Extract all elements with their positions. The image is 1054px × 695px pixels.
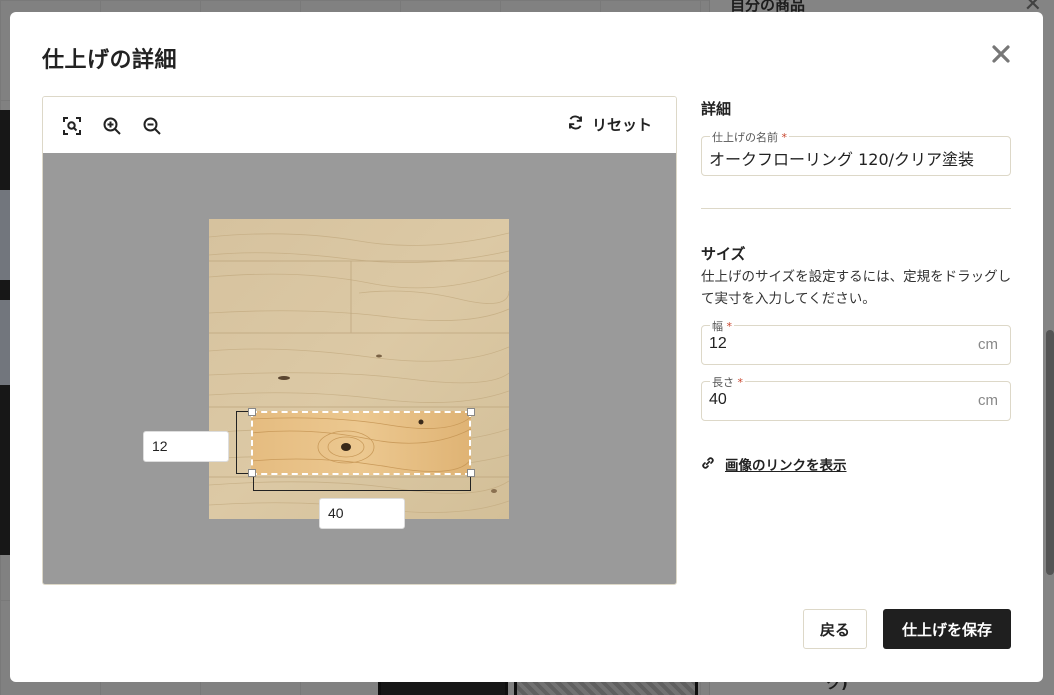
editor-toolbar: リセット	[43, 97, 676, 153]
width-label: 幅 *	[710, 318, 734, 334]
zoom-out-icon[interactable]	[141, 115, 163, 137]
fit-to-screen-icon[interactable]	[61, 115, 83, 137]
image-editor: リセット 12 40	[42, 96, 677, 585]
width-value: 12	[709, 335, 727, 352]
modal-title: 仕上げの詳細	[42, 48, 178, 73]
zoom-in-icon[interactable]	[101, 115, 123, 137]
selection-handle[interactable]	[467, 408, 475, 416]
finish-name-value: オークフローリング 120/クリア塗装	[709, 150, 975, 169]
selection-handle[interactable]	[248, 408, 256, 416]
length-unit: cm	[978, 392, 998, 409]
show-image-link-label: 画像のリンクを表示	[725, 458, 847, 474]
details-heading: 詳細	[701, 100, 732, 118]
length-ruler-input[interactable]: 40	[319, 498, 405, 529]
length-value: 40	[709, 391, 727, 408]
reset-button[interactable]: リセット	[567, 114, 652, 135]
divider	[701, 208, 1011, 209]
length-ruler[interactable]	[253, 475, 471, 491]
length-field[interactable]: 長さ * 40 cm	[701, 374, 1011, 421]
finish-name-label: 仕上げの名前 *	[710, 129, 789, 145]
editor-canvas: 12 40	[43, 153, 676, 584]
width-field[interactable]: 幅 * 12 cm	[701, 318, 1011, 365]
length-label: 長さ *	[710, 374, 745, 390]
size-heading: サイズ	[701, 245, 746, 263]
show-image-link[interactable]: 画像のリンクを表示	[701, 454, 847, 474]
save-finish-button[interactable]: 仕上げを保存	[883, 609, 1011, 649]
selection-handle[interactable]	[248, 469, 256, 477]
reset-label: リセット	[591, 116, 652, 134]
selection-handle[interactable]	[467, 469, 475, 477]
back-button[interactable]: 戻る	[803, 609, 867, 649]
refresh-icon	[567, 114, 584, 135]
size-help-text: 仕上げのサイズを設定するには、定規をドラッグして実寸を入力してください。	[701, 269, 1012, 307]
finish-detail-modal: 仕上げの詳細 リセット 12 40 詳細 仕上げの名前 * オークフローリング …	[10, 12, 1043, 682]
link-icon	[701, 455, 715, 474]
finish-name-field[interactable]: 仕上げの名前 * オークフローリング 120/クリア塗装	[701, 129, 1011, 176]
width-unit: cm	[978, 336, 998, 353]
close-icon[interactable]	[989, 42, 1013, 66]
width-ruler-input[interactable]: 12	[143, 431, 229, 462]
selection-box[interactable]	[251, 411, 471, 475]
